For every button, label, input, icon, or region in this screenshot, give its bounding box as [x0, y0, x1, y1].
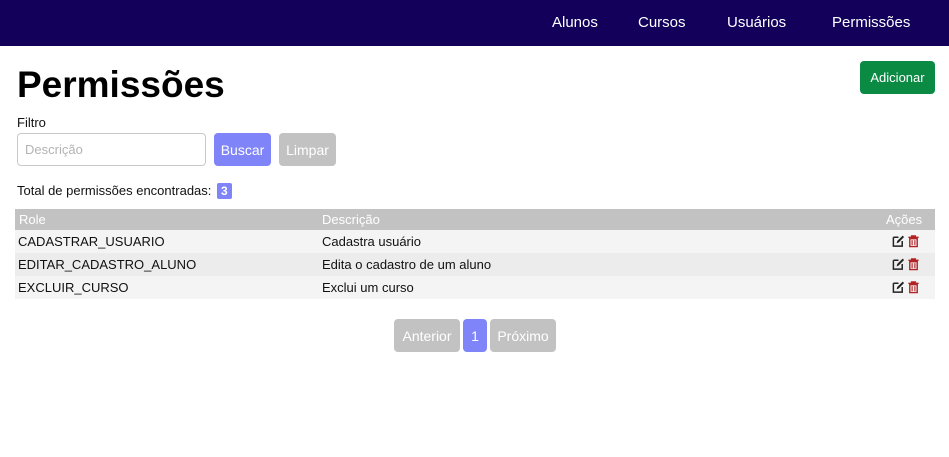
trash-icon[interactable]: [907, 234, 920, 248]
pagination-next-button[interactable]: Próximo: [490, 319, 556, 352]
table-row: EXCLUIR_CURSO Exclui um curso: [15, 276, 935, 299]
total-count-label: Total de permissões encontradas:: [17, 183, 212, 198]
page-title: Permissões: [17, 64, 225, 105]
row-actions: [892, 280, 920, 295]
pagination-page-button[interactable]: 1: [463, 319, 487, 352]
role-cell: EDITAR_CADASTRO_ALUNO: [18, 257, 197, 272]
nav-link-cursos[interactable]: Cursos: [638, 0, 686, 46]
filter-label: Filtro: [17, 115, 46, 130]
edit-icon[interactable]: [892, 257, 905, 271]
permissions-table: Role Descrição Ações CADASTRAR_USUARIO C…: [15, 209, 935, 299]
column-header-role: Role: [19, 212, 46, 227]
nav-link-alunos[interactable]: Alunos: [552, 0, 598, 46]
edit-icon[interactable]: [892, 280, 905, 294]
trash-icon[interactable]: [907, 280, 920, 294]
row-actions: [892, 234, 920, 249]
description-cell: Edita o cadastro de um aluno: [322, 257, 492, 272]
nav-link-permissoes[interactable]: Permissões: [832, 0, 910, 46]
pagination-previous-button[interactable]: Anterior: [394, 319, 460, 352]
row-actions: [892, 257, 920, 272]
role-cell: EXCLUIR_CURSO: [18, 280, 129, 295]
description-cell: Exclui um curso: [322, 280, 414, 295]
clear-button[interactable]: Limpar: [279, 133, 336, 166]
description-cell: Cadastra usuário: [322, 234, 421, 249]
edit-icon[interactable]: [892, 234, 905, 248]
table-row: CADASTRAR_USUARIO Cadastra usuário: [15, 230, 935, 253]
table-header: Role Descrição Ações: [15, 209, 935, 230]
nav-link-usuarios[interactable]: Usuários: [727, 0, 786, 46]
total-count-badge: 3: [217, 183, 232, 199]
column-header-description: Descrição: [322, 212, 380, 227]
role-cell: CADASTRAR_USUARIO: [18, 234, 165, 249]
total-count-line: Total de permissões encontradas: 3: [17, 183, 232, 199]
column-header-actions: Ações: [886, 212, 923, 227]
search-button[interactable]: Buscar: [214, 133, 271, 166]
add-button[interactable]: Adicionar: [860, 61, 935, 94]
table-row: EDITAR_CADASTRO_ALUNO Edita o cadastro d…: [15, 253, 935, 276]
description-filter-input[interactable]: [17, 133, 206, 166]
trash-icon[interactable]: [907, 257, 920, 271]
top-navbar: Alunos Cursos Usuários Permissões: [0, 0, 949, 46]
